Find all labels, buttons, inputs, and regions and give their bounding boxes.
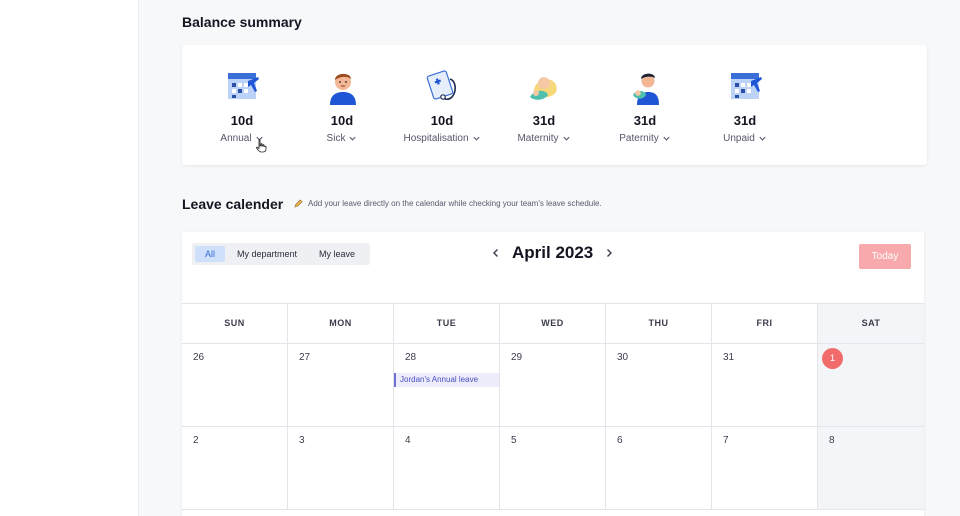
month-navigation: April 2023 xyxy=(490,243,615,263)
day-of-week-header: SUN MON TUE WED THU FRI SAT xyxy=(182,303,924,344)
dow-thu: THU xyxy=(606,304,712,343)
mother-baby-icon xyxy=(530,77,557,100)
balance-type-label: Hospitalisation xyxy=(403,133,469,144)
today-button[interactable]: Today xyxy=(859,244,911,269)
today-marker: 1 xyxy=(822,348,843,369)
day-number: 4 xyxy=(405,435,411,446)
balance-type-dropdown[interactable]: Unpaid xyxy=(685,133,805,144)
calendar-day-cell[interactable]: 29 xyxy=(500,344,606,426)
calendar-day-cell[interactable]: 28 Jordan's Annual leave xyxy=(394,344,500,426)
balance-type-label: Paternity xyxy=(619,133,659,144)
chevron-down-icon xyxy=(663,136,670,141)
month-label: April 2023 xyxy=(512,243,594,262)
filter-my-leave-button[interactable]: My leave xyxy=(309,246,365,262)
balance-type-label: Annual xyxy=(220,133,252,144)
chevron-down-icon xyxy=(562,136,570,141)
dow-tue: TUE xyxy=(394,304,500,343)
calendar-day-cell[interactable]: 7 xyxy=(712,427,818,509)
main-content: Balance summary 10d Annual 10d Sick 10d … xyxy=(139,0,960,516)
father-baby-icon xyxy=(633,73,659,105)
hand-cursor-icon xyxy=(256,139,267,153)
day-number: 2 xyxy=(193,435,199,446)
balance-type-label: Sick xyxy=(326,133,346,144)
calendar-day-cell[interactable]: 26 xyxy=(182,344,288,426)
calendar-day-cell[interactable]: 31 xyxy=(712,344,818,426)
dow-fri: FRI xyxy=(712,304,818,343)
calendar-plane-icon xyxy=(731,73,762,99)
calendar-day-cell[interactable]: 3 xyxy=(288,427,394,509)
calendar-week-row: 2 3 4 5 6 7 8 xyxy=(182,427,924,510)
calendar-hint: Add your leave directly on the calendar … xyxy=(294,199,602,208)
day-number: 29 xyxy=(511,352,523,363)
filter-all-button[interactable]: All xyxy=(195,246,226,262)
calendar-plane-icon xyxy=(228,73,259,99)
balance-type-label: Maternity xyxy=(517,133,559,144)
dow-sun: SUN xyxy=(182,304,288,343)
calendar-day-cell[interactable]: 8 xyxy=(818,427,924,509)
pencil-hint-icon xyxy=(294,199,303,208)
calendar-hint-text: Add your leave directly on the calendar … xyxy=(308,199,602,208)
calendar-grid: SUN MON TUE WED THU FRI SAT 26 27 28 Jor… xyxy=(182,303,924,510)
left-sidebar-blank xyxy=(0,0,139,516)
chevron-left-icon[interactable] xyxy=(490,247,502,259)
sick-person-icon xyxy=(330,73,356,105)
day-number: 31 xyxy=(723,352,735,363)
balance-summary-card: 10d Annual 10d Sick 10d Hospitalisation … xyxy=(182,45,927,165)
leave-calendar-title: Leave calender xyxy=(182,196,284,212)
calendar-week-row: 26 27 28 Jordan's Annual leave 29 30 31 … xyxy=(182,344,924,427)
day-number: 30 xyxy=(617,352,629,363)
calendar-day-cell[interactable]: 4 xyxy=(394,427,500,509)
balance-days: 31d xyxy=(733,113,757,128)
calendar-filter-group: All My department My leave xyxy=(192,243,371,265)
leave-event[interactable]: Jordan's Annual leave xyxy=(394,373,499,387)
chevron-down-icon xyxy=(349,136,357,141)
day-number: 27 xyxy=(299,352,311,363)
chevron-down-icon xyxy=(759,136,766,141)
dow-sat: SAT xyxy=(818,304,924,343)
day-number: 28 xyxy=(405,352,417,363)
dow-wed: WED xyxy=(500,304,606,343)
calendar-day-cell[interactable]: 2 xyxy=(182,427,288,509)
calendar-day-cell[interactable]: 30 xyxy=(606,344,712,426)
day-number: 6 xyxy=(617,435,623,446)
calendar-day-cell-today[interactable]: 1 xyxy=(818,344,924,426)
day-number: 3 xyxy=(299,435,305,446)
calendar-day-cell[interactable]: 6 xyxy=(606,427,712,509)
chevron-down-icon xyxy=(472,136,480,141)
calendar-day-cell[interactable]: 5 xyxy=(500,427,606,509)
day-number: 26 xyxy=(193,352,205,363)
calendar-card: All My department My leave April 2023 To… xyxy=(182,232,924,516)
day-number: 5 xyxy=(511,435,517,446)
day-number: 8 xyxy=(829,435,835,446)
dow-mon: MON xyxy=(288,304,394,343)
calendar-day-cell[interactable]: 27 xyxy=(288,344,394,426)
medical-clipboard-icon xyxy=(426,70,456,101)
filter-my-department-button[interactable]: My department xyxy=(227,246,307,262)
day-number: 7 xyxy=(723,435,729,446)
chevron-right-icon[interactable] xyxy=(603,247,615,259)
balance-summary-title: Balance summary xyxy=(182,14,302,30)
balance-type-label: Unpaid xyxy=(723,133,755,144)
